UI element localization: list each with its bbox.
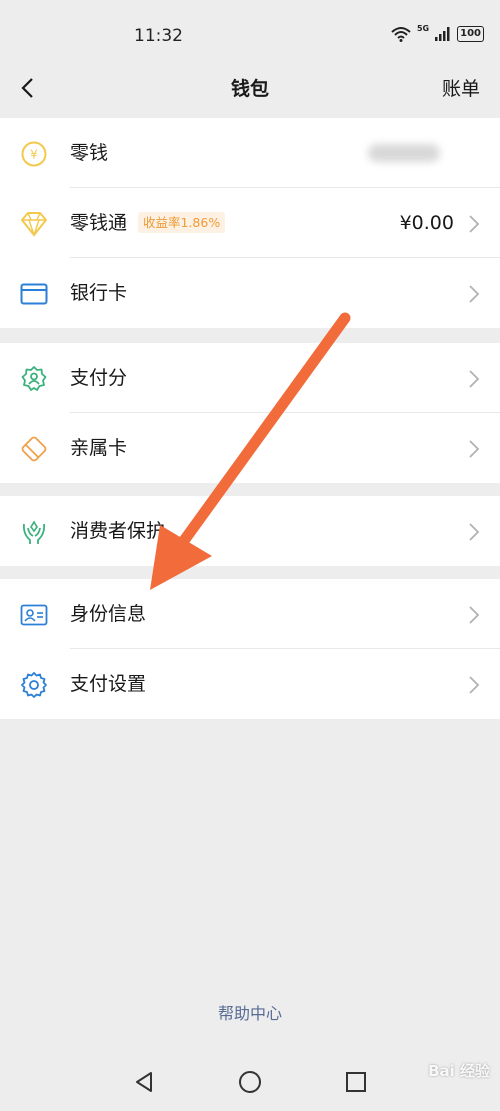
row-label: 身份信息 [70, 603, 147, 625]
chevron-right-icon [469, 676, 480, 694]
row-consumer-protection[interactable]: 消费者保护 [0, 496, 500, 566]
row-label: 支付设置 [70, 673, 147, 695]
chevron-right-icon [469, 215, 480, 233]
system-nav-bar [0, 1056, 500, 1111]
family-card-icon [20, 435, 48, 463]
row-pay-settings[interactable]: 支付设置 [0, 649, 500, 719]
chevron-right-icon [469, 370, 480, 388]
help-center-link[interactable]: 帮助中心 [0, 1000, 500, 1024]
system-recents-icon[interactable] [344, 1070, 368, 1094]
chevron-right-icon [469, 606, 480, 624]
gear-icon [20, 671, 48, 699]
yield-badge: 收益率1.86% [138, 212, 226, 233]
coin-icon: ¥ [20, 140, 48, 168]
nav-bar: 钱包 账单 [0, 64, 500, 112]
balance-hidden [368, 144, 440, 162]
row-pay-score[interactable]: 支付分 [0, 343, 500, 413]
signal-icon [435, 27, 450, 41]
status-icons: 5G 100 [391, 23, 484, 42]
chevron-right-icon [469, 285, 480, 303]
pay-score-icon [20, 365, 48, 393]
row-identity-info[interactable]: 身份信息 [0, 579, 500, 649]
svg-text:¥: ¥ [30, 148, 38, 162]
wallet-group-settings: 身份信息 支付设置 [0, 579, 500, 719]
status-bar: 11:32 5G 100 [0, 0, 500, 72]
wallet-group-protection: 消费者保护 [0, 496, 500, 566]
id-card-icon [20, 601, 48, 629]
bill-button[interactable]: 账单 [442, 74, 480, 101]
chevron-right-icon [469, 440, 480, 458]
row-label: 零钱通 [70, 212, 128, 234]
row-lingqiantong[interactable]: 零钱通 收益率1.86% ¥0.00 [0, 188, 500, 258]
row-label: 亲属卡 [70, 437, 128, 459]
row-label: 零钱 [70, 142, 109, 164]
battery-icon: 100 [457, 26, 484, 42]
row-bank-card[interactable]: 银行卡 [0, 258, 500, 328]
network-type: 5G [416, 23, 430, 33]
wifi-icon [391, 27, 411, 42]
bank-card-icon [20, 280, 48, 308]
page-title: 钱包 [230, 78, 269, 100]
status-time: 11:32 [134, 26, 183, 46]
wallet-group-balance: ¥ 零钱 零钱通 收益率1.86% ¥0.00 银行卡 [0, 118, 500, 328]
hands-protect-icon [20, 518, 48, 546]
row-label: 支付分 [70, 367, 128, 389]
row-label: 银行卡 [70, 282, 128, 304]
diamond-icon [20, 210, 48, 238]
watermark: Bai 经验 [428, 1062, 490, 1080]
row-value: ¥0.00 [399, 212, 454, 234]
row-family-card[interactable]: 亲属卡 [0, 413, 500, 483]
system-home-icon[interactable] [238, 1070, 262, 1094]
row-change[interactable]: ¥ 零钱 [0, 118, 500, 188]
wallet-group-credit: 支付分 亲属卡 [0, 343, 500, 483]
chevron-right-icon [469, 523, 480, 541]
row-label: 消费者保护 [70, 520, 166, 542]
system-back-icon[interactable] [132, 1070, 156, 1094]
